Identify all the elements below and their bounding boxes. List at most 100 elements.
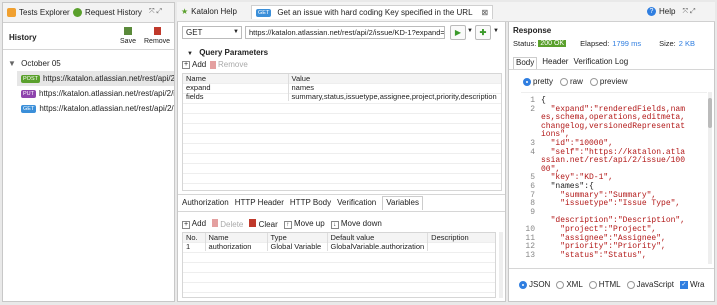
- tab-katalon-help[interactable]: ★ Katalon Help: [181, 7, 237, 16]
- method-badge: GET: [256, 8, 272, 17]
- radio-html[interactable]: HTML: [588, 280, 621, 289]
- json-text: "issuetype":"Issue Type",: [541, 199, 681, 209]
- param-name[interactable]: expand: [183, 83, 289, 92]
- response-title: Response: [513, 26, 552, 35]
- var-description[interactable]: [428, 242, 495, 251]
- var-no: 1: [183, 242, 206, 251]
- status-badge: 200 OK: [538, 40, 567, 47]
- variables-header-row: No. Name Type Default value Description: [183, 233, 495, 242]
- history-title: History: [9, 33, 37, 42]
- response-tab-bar: Body Header Verification Log: [509, 57, 714, 70]
- history-item[interactable]: POST https://katalon.atlassian.net/rest/…: [17, 71, 174, 86]
- history-item[interactable]: GET https://katalon.atlassian.net/rest/a…: [21, 101, 174, 116]
- help-icon: ?: [647, 7, 656, 16]
- arrow-down-icon: ↓: [330, 221, 339, 229]
- method-select[interactable]: GET ▼: [182, 26, 242, 39]
- var-add-button[interactable]: + Add: [182, 219, 206, 229]
- add-dropdown-icon[interactable]: ▼: [493, 28, 499, 34]
- remove-button[interactable]: Remove: [144, 27, 170, 45]
- var-move-up-button[interactable]: ↑ Move up: [283, 219, 325, 229]
- var-default[interactable]: GlobalVariable.authorization: [327, 242, 429, 251]
- table-row[interactable]: fields summary,status,issuetype,assignee…: [183, 92, 501, 101]
- run-button[interactable]: ▶: [450, 25, 466, 40]
- radio-xml[interactable]: XML: [556, 280, 583, 289]
- radio-icon: [556, 280, 565, 289]
- table-row[interactable]: expand names: [183, 83, 501, 92]
- star-icon: ★: [181, 7, 189, 16]
- editor-tab-bar: ★ Katalon Help GET Get an issue with har…: [177, 2, 715, 22]
- history-icon: [73, 8, 82, 17]
- var-delete-button[interactable]: Delete: [212, 219, 243, 229]
- radio-icon: [589, 77, 598, 86]
- variables-table: No. Name Type Default value Description …: [182, 232, 496, 298]
- checkbox-checked-icon: ✓: [679, 280, 688, 289]
- tab-active-request[interactable]: GET Get an issue with hard coding Key sp…: [251, 5, 494, 19]
- tab-verification[interactable]: Verification: [337, 198, 376, 211]
- left-pane: Tests Explorer Request History ⤧ ⤢ Histo…: [2, 2, 175, 302]
- method-badge: POST: [21, 74, 40, 83]
- history-list: POST https://katalon.atlassian.net/rest/…: [17, 71, 174, 116]
- param-name[interactable]: fields: [183, 92, 289, 101]
- table-row[interactable]: 1 authorization Global Variable GlobalVa…: [183, 242, 495, 251]
- var-type[interactable]: Global Variable: [267, 242, 328, 251]
- maximize-icon[interactable]: ⤧ ⤢: [682, 8, 695, 16]
- json-line: 8 "issuetype":"Issue Type",: [521, 199, 707, 209]
- param-value[interactable]: summary,status,issuetype,assignee,projec…: [288, 92, 501, 101]
- trash-icon: [210, 60, 216, 69]
- clear-icon: [249, 219, 257, 227]
- save-button[interactable]: Save: [120, 27, 136, 45]
- dropdown-icon: ▼: [233, 29, 239, 35]
- url-input[interactable]: https://katalon.atlassian.net/rest/api/2…: [245, 26, 445, 39]
- method-badge: PUT: [21, 89, 36, 98]
- column-header: No.: [183, 233, 206, 242]
- tab-variables[interactable]: Variables: [382, 196, 424, 210]
- tab-request-history[interactable]: Request History: [73, 8, 142, 17]
- json-body-viewer[interactable]: 1{2 "expand":"renderedFields,nam es,schem…: [521, 92, 707, 264]
- var-clear-button[interactable]: Clear: [249, 219, 278, 229]
- help-button[interactable]: ? Help ⤧ ⤢: [647, 7, 696, 16]
- var-name[interactable]: authorization: [205, 242, 268, 251]
- minimize-icon[interactable]: ⤧ ⤢: [149, 8, 162, 16]
- json-scroll-thumb[interactable]: [708, 98, 712, 128]
- radio-preview[interactable]: preview: [589, 77, 627, 86]
- tab-header[interactable]: Header: [542, 57, 568, 69]
- column-header: Description: [431, 233, 469, 242]
- close-icon[interactable]: ⊠: [482, 8, 489, 17]
- query-add-button[interactable]: + Add: [182, 60, 206, 69]
- radio-raw[interactable]: raw: [560, 77, 583, 86]
- line-number: 4: [530, 147, 535, 157]
- radio-pretty[interactable]: pretty: [523, 77, 553, 86]
- tab-body[interactable]: Body: [513, 57, 538, 69]
- method-badge: GET: [21, 104, 37, 113]
- view-mode-radios: pretty raw preview: [523, 77, 627, 86]
- add-verification-button[interactable]: ✚: [475, 25, 491, 40]
- sash-divider[interactable]: [178, 194, 505, 195]
- arrow-up-icon: ↑: [283, 221, 292, 229]
- tab-verification-log[interactable]: Verification Log: [573, 57, 628, 69]
- query-params-header[interactable]: ▼ Query Parameters: [187, 48, 268, 57]
- line-number: 2: [530, 104, 535, 114]
- elapsed-value: 1799 ms: [612, 39, 642, 48]
- param-value[interactable]: names: [288, 83, 501, 92]
- query-remove-button[interactable]: Remove: [210, 60, 248, 69]
- wrap-checkbox[interactable]: ✓ Wra: [679, 280, 704, 289]
- left-tab-bar: Tests Explorer Request History ⤧ ⤢: [3, 3, 174, 23]
- chevron-down-icon: ▼: [8, 59, 16, 68]
- query-header-row: Name Value: [183, 74, 501, 83]
- tests-explorer-icon: [7, 8, 16, 17]
- var-move-down-button[interactable]: ↓ Move down: [330, 219, 382, 229]
- chevron-down-icon: ▼: [187, 51, 193, 57]
- radio-json[interactable]: JSON: [519, 280, 550, 289]
- tab-tests-explorer-label: Tests Explorer: [19, 8, 70, 17]
- tab-http-body[interactable]: HTTP Body: [290, 198, 331, 211]
- run-dropdown-icon[interactable]: ▼: [467, 28, 473, 34]
- history-item[interactable]: PUT https://katalon.atlassian.net/rest/a…: [21, 86, 174, 101]
- tab-authorization[interactable]: Authorization: [182, 198, 229, 211]
- radio-selected-icon: [523, 77, 531, 86]
- radio-javascript[interactable]: JavaScript: [626, 280, 674, 289]
- history-group[interactable]: ▼ October 05: [8, 59, 61, 68]
- tab-tests-explorer[interactable]: Tests Explorer: [7, 8, 70, 17]
- tab-http-header[interactable]: HTTP Header: [235, 198, 284, 211]
- scrollbar[interactable]: [499, 232, 503, 298]
- trash-icon: [153, 27, 161, 35]
